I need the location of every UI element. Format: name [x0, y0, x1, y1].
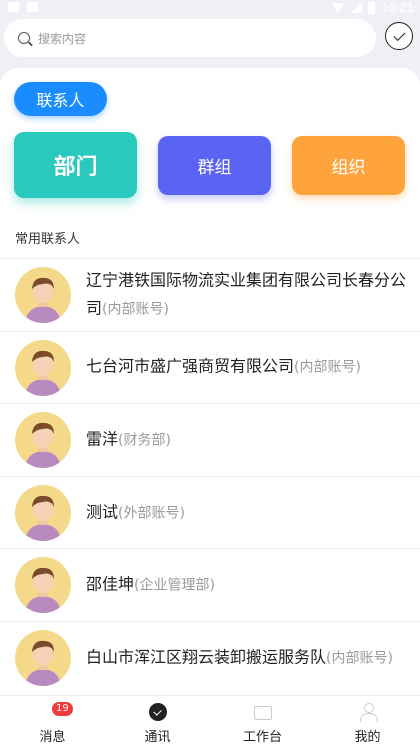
tab-label: 消息: [39, 730, 66, 745]
battery-icon: [368, 1, 376, 14]
profile-icon: [359, 703, 378, 722]
contact-item[interactable]: 七台河市盛广强商贸有限公司(内部账号): [0, 330, 420, 404]
organization-button[interactable]: 组织: [292, 136, 405, 195]
contact-tag: (外部账号): [118, 505, 185, 522]
download-notification-icon: [27, 2, 38, 12]
search-placeholder: 搜索内容: [38, 31, 87, 46]
search-input[interactable]: 搜索内容: [4, 19, 376, 57]
contact-tag: (内部账号): [326, 650, 393, 667]
contact-tag: (内部账号): [102, 301, 169, 318]
contact-name: 邵佳坤: [86, 574, 135, 594]
check-icon: [392, 28, 406, 41]
wifi-icon: [331, 2, 346, 13]
tab-label: 通讯: [144, 730, 171, 745]
contact-item[interactable]: 雷洋(财务部): [0, 403, 420, 476]
avatar: [15, 267, 71, 323]
contact-name: 测试: [86, 502, 119, 522]
bottom-tab-bar: 19 消息 通讯 工作台 我的: [0, 695, 420, 747]
contact-list: 辽宁港铁国际物流实业集团有限公司长春分公司(内部账号) 七台河市盛广强商贸有限公…: [0, 258, 420, 694]
avatar: [15, 484, 71, 541]
image-notification-icon: [8, 2, 19, 12]
avatar: [15, 412, 71, 469]
section-title: 常用联系人: [15, 232, 81, 247]
tab-workbench[interactable]: 工作台: [210, 696, 315, 747]
contacts-panel: 联系人 部门 群组 组织 常用联系人 辽宁港铁国际物流实业集团有限公司长春分公司…: [0, 68, 420, 695]
search-icon: [18, 32, 30, 44]
contact-name: 白山市浑江区翔云装卸搬运服务队: [86, 647, 327, 667]
workbench-icon: [253, 706, 272, 720]
avatar: [15, 629, 71, 686]
contact-name: 雷洋: [86, 429, 119, 449]
contact-item[interactable]: 白山市浑江区翔云装卸搬运服务队(内部账号): [0, 620, 420, 694]
status-time: 10:21: [381, 0, 414, 15]
contact-name: 七台河市盛广强商贸有限公司: [86, 356, 295, 376]
department-button[interactable]: 部门: [14, 132, 137, 198]
contacts-tab-pill[interactable]: 联系人: [14, 82, 107, 116]
status-bar: 10:21: [0, 0, 420, 16]
unread-badge: 19: [52, 702, 73, 716]
tab-contacts[interactable]: 通讯: [105, 696, 210, 747]
avatar: [15, 557, 71, 614]
tab-profile[interactable]: 我的: [315, 696, 420, 747]
contact-item[interactable]: 邵佳坤(企业管理部): [0, 548, 420, 621]
confirm-button[interactable]: [385, 22, 413, 50]
contact-tag: (企业管理部): [134, 577, 215, 594]
tab-messages[interactable]: 19 消息: [0, 696, 105, 747]
tab-label: 工作台: [242, 730, 282, 745]
contacts-icon: [148, 703, 167, 721]
tab-label: 我的: [354, 730, 381, 745]
contact-tag: (财务部): [118, 432, 171, 449]
group-button[interactable]: 群组: [158, 136, 271, 195]
contact-item[interactable]: 辽宁港铁国际物流实业集团有限公司长春分公司(内部账号): [0, 258, 420, 331]
contact-item[interactable]: 测试(外部账号): [0, 475, 420, 549]
contact-tag: (内部账号): [294, 359, 361, 376]
signal-icon: [351, 2, 363, 13]
avatar: [15, 339, 71, 396]
